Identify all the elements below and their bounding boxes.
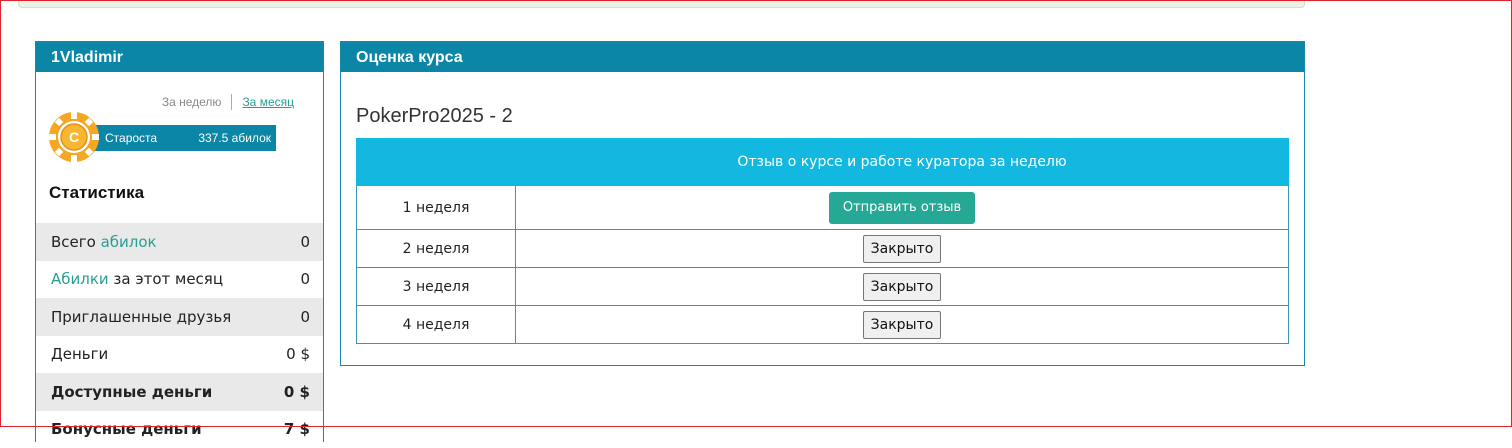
stat-row-total: Всего абилок 0 <box>36 223 323 261</box>
table-row: 3 неделя Закрыто <box>357 268 1289 306</box>
week-label: 4 неделя <box>357 306 516 344</box>
rank-name: Староста <box>105 125 157 151</box>
week-label: 2 неделя <box>357 230 516 268</box>
stat-label: Приглашенные друзья <box>51 308 231 326</box>
table-header-row: Отзыв о курсе и работе куратора за недел… <box>357 139 1289 186</box>
stat-row-month: Абилки за этот месяц 0 <box>36 261 323 299</box>
abilki-month-link[interactable]: Абилки <box>51 270 109 288</box>
stat-value: 0 $ <box>286 345 310 363</box>
stat-row-available-money: Доступные деньги 0 $ <box>36 373 323 411</box>
stat-label: Деньги <box>51 345 108 363</box>
week-label: 3 неделя <box>357 268 516 306</box>
table-row: 4 неделя Закрыто <box>357 306 1289 344</box>
stat-value: 0 $ <box>284 383 310 401</box>
send-review-button[interactable]: Отправить отзыв <box>829 192 975 224</box>
tab-week[interactable]: За неделю <box>162 95 222 109</box>
rating-title: Оценка курса <box>341 42 1304 72</box>
stat-label: Доступные деньги <box>51 383 212 401</box>
table-row: 2 неделя Закрыто <box>357 230 1289 268</box>
tab-divider <box>231 94 232 110</box>
profile-panel: 1Vladimir За неделю За месяц Староста 337… <box>35 41 324 442</box>
closed-button[interactable]: Закрыто <box>863 311 942 339</box>
tab-month[interactable]: За месяц <box>242 95 294 109</box>
closed-button[interactable]: Закрыто <box>863 235 942 263</box>
header-week <box>357 139 516 186</box>
stat-value: 0 <box>300 270 310 288</box>
week-action-cell: Закрыто <box>516 230 1289 268</box>
table-row: 1 неделя Отправить отзыв <box>357 186 1289 230</box>
week-action-cell: Закрыто <box>516 306 1289 344</box>
course-name: PokerPro2025 - 2 <box>356 105 513 128</box>
week-action-cell: Отправить отзыв <box>516 186 1289 230</box>
profile-username: 1Vladimir <box>36 42 323 72</box>
stat-row-money: Деньги 0 $ <box>36 336 323 374</box>
stat-label-text: Всего <box>51 233 101 251</box>
stats-list: Всего абилок 0 Абилки за этот месяц 0 Пр… <box>36 223 323 448</box>
closed-button[interactable]: Закрыто <box>863 273 942 301</box>
period-tabs: За неделю За месяц <box>162 94 294 112</box>
stat-label: Всего абилок <box>51 233 157 251</box>
rank-points: 337.5 абилок <box>198 125 271 151</box>
week-action-cell: Закрыто <box>516 268 1289 306</box>
rank-coin-icon: С <box>48 111 100 163</box>
stat-label: Бонусные деньги <box>51 420 202 438</box>
stat-value: 0 <box>300 233 310 251</box>
stats-title: Статистика <box>49 183 144 203</box>
week-label: 1 неделя <box>357 186 516 230</box>
stat-row-bonus-money: Бонусные деньги 7 $ <box>36 411 323 448</box>
stat-row-friends: Приглашенные друзья 0 <box>36 298 323 336</box>
header-review: Отзыв о курсе и работе куратора за недел… <box>516 139 1289 186</box>
weeks-table: Отзыв о курсе и работе куратора за недел… <box>356 138 1289 344</box>
stat-value: 7 $ <box>284 420 310 438</box>
stat-value: 0 <box>300 308 310 326</box>
course-rating-panel: Оценка курса PokerPro2025 - 2 Отзыв о ку… <box>340 41 1305 366</box>
rank-coin-letter: С <box>69 129 79 145</box>
stat-label: Абилки за этот месяц <box>51 270 223 288</box>
stat-label-text: за этот месяц <box>109 270 223 288</box>
abilki-link[interactable]: абилок <box>101 233 157 251</box>
top-alert-banner <box>18 0 1305 8</box>
